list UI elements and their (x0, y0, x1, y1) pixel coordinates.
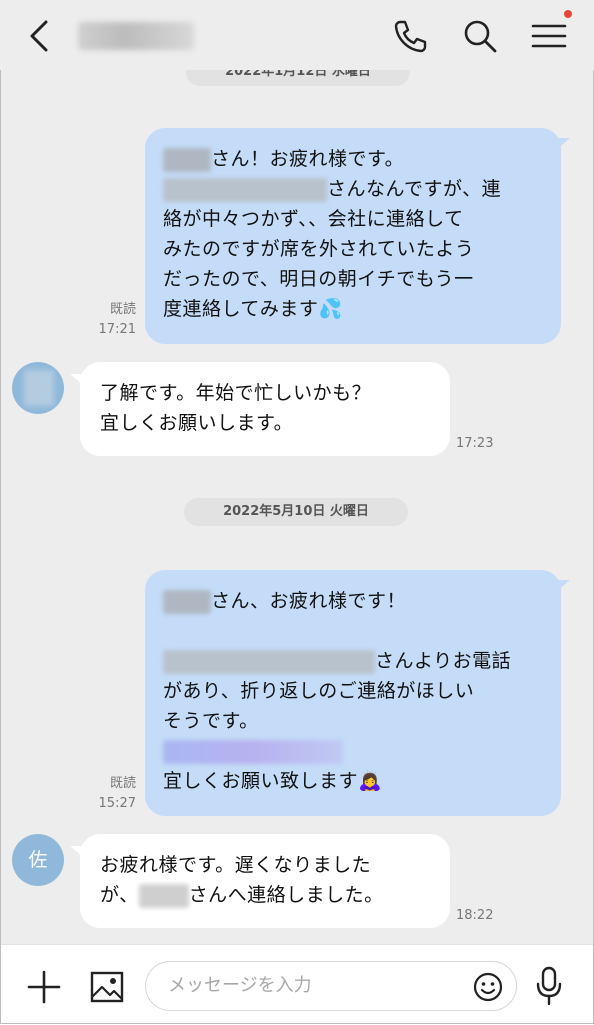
redacted-name (163, 177, 327, 202)
message-line: が、 (100, 884, 139, 906)
message-line: 度連絡してみます (163, 298, 319, 320)
image-icon[interactable] (88, 969, 126, 1005)
menu-icon[interactable] (527, 14, 571, 58)
message-line: さん、お疲れ様です！ (211, 590, 407, 612)
date-divider: 2022年5月10日 火曜日 (184, 498, 408, 526)
message-line: 宜しくお願い致します (163, 770, 359, 792)
contact-name (78, 22, 194, 50)
input-placeholder: メッセージを入力 (168, 975, 312, 996)
bubble-tail (556, 580, 570, 592)
message-bubble-received[interactable]: お疲れ様です。遅くなりました が、 さんへ連絡しました。 (80, 834, 450, 928)
chat-header (0, 0, 594, 70)
message-bubble-sent[interactable]: さん！お疲れ様です。 さんなんですが、連 絡が中々つかず、、会社に連絡して みた… (145, 128, 561, 344)
message-time: 17:23 (456, 436, 494, 451)
back-icon[interactable] (22, 16, 58, 56)
phone-icon[interactable] (388, 14, 432, 58)
message-bubble-received[interactable]: 了解です。年始で忙しいかも？ 宜しくお願いします。 (80, 362, 450, 456)
message-input[interactable]: メッセージを入力 (145, 961, 517, 1011)
bowing-person-emoji-icon: 🙇‍♀️ (358, 770, 383, 792)
message-line: 宜しくお願いします。 (100, 412, 294, 434)
notification-dot (564, 10, 572, 18)
redacted-name (138, 883, 189, 908)
sweat-drops-emoji-icon: 💦 (318, 298, 343, 320)
input-bar: メッセージを入力 (0, 944, 594, 1025)
redacted-name (163, 589, 211, 614)
message-line: さんなんですが、連 (327, 178, 502, 200)
message-time: 18:22 (456, 908, 494, 923)
message-line: そうです。 (163, 710, 259, 732)
redacted-name (163, 147, 211, 172)
read-status: 既読 15:27 (98, 776, 136, 811)
avatar-initial: 佐 (28, 849, 48, 871)
bubble-tail (556, 138, 570, 150)
message-line: があり、折り返しのご連絡がほしい (163, 680, 475, 702)
microphone-icon[interactable] (534, 965, 564, 1007)
message-line: さんよりお電話 (375, 650, 512, 672)
avatar[interactable] (12, 362, 64, 414)
message-line: みたのですが席を外されていたよう (163, 238, 475, 260)
read-status: 既読 17:21 (98, 302, 136, 337)
search-icon[interactable] (458, 14, 502, 58)
redacted-name (163, 649, 375, 674)
message-line: さん！お疲れ様です。 (211, 148, 405, 170)
redacted-text (163, 739, 343, 764)
plus-icon[interactable] (26, 969, 62, 1005)
message-line: 了解です。年始で忙しいかも？ (100, 382, 372, 404)
message-line: お疲れ様です。遅くなりました (100, 854, 372, 876)
avatar[interactable]: 佐 (12, 834, 64, 886)
message-line: 絡が中々つかず、、会社に連絡して (163, 208, 464, 230)
message-line: だったので、明日の朝イチでもう一 (163, 268, 474, 290)
message-bubble-sent[interactable]: さん、お疲れ様です！ さんよりお電話 があり、折り返しのご連絡がほしい そうです… (145, 570, 561, 816)
message-line: さんへ連絡しました。 (188, 884, 384, 906)
emoji-icon[interactable] (472, 971, 504, 1003)
